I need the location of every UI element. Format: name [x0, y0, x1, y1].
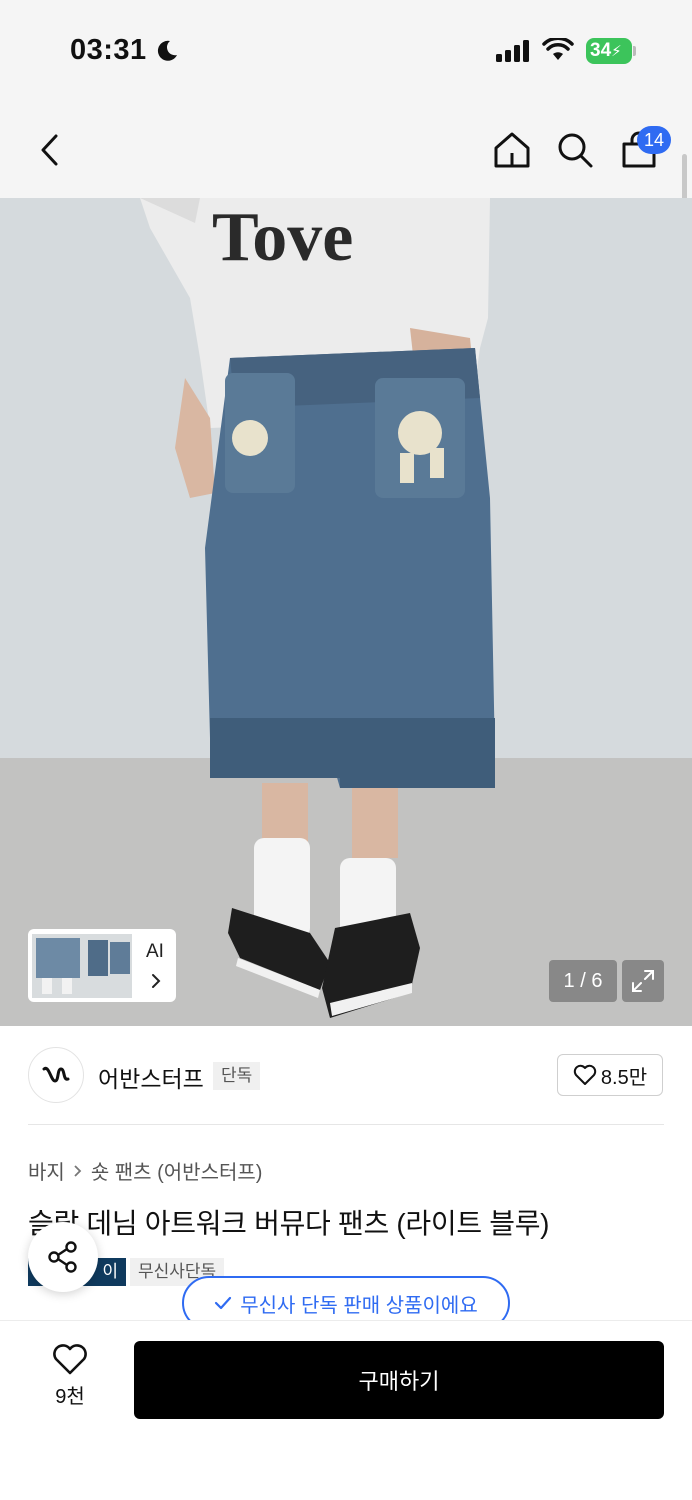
status-time: 03:31: [70, 34, 147, 66]
moon-icon: [157, 40, 177, 61]
exclusive-tag: 단독: [213, 1062, 261, 1090]
search-button[interactable]: [553, 128, 597, 172]
breadcrumb-category[interactable]: 바지: [28, 1156, 65, 1185]
chevron-right-icon: [152, 974, 161, 988]
buy-button[interactable]: 구매하기: [134, 1341, 664, 1419]
battery-tip: [633, 46, 636, 56]
back-button[interactable]: [28, 128, 72, 172]
breadcrumb-subcategory[interactable]: 숏 팬츠 (어반스터프): [91, 1156, 263, 1185]
buy-button-label: 구매하기: [358, 1369, 440, 1394]
brand-like-button[interactable]: 8.5만: [557, 1054, 663, 1096]
checkmark-icon: [215, 1296, 232, 1310]
image-page-indicator: 1 / 6: [549, 960, 617, 1002]
search-icon: [558, 133, 593, 168]
ai-label: AI: [146, 941, 164, 962]
thumbnail-image: [32, 933, 132, 998]
battery-indicator: 34⚡: [586, 38, 632, 64]
brand-like-count: 8.5만: [600, 1066, 648, 1089]
charging-icon: ⚡: [611, 43, 622, 60]
shirt-print-text: Tove: [212, 199, 353, 276]
brand-name[interactable]: 어반스터프: [98, 1060, 204, 1094]
cart-count-badge: 14: [637, 126, 671, 154]
share-icon: [48, 1241, 77, 1273]
top-nav: [0, 100, 692, 198]
chevron-left-icon: [41, 134, 58, 166]
cellular-signal-icon: [496, 40, 529, 62]
ai-styling-card[interactable]: AI: [28, 929, 176, 1002]
exclusive-notice-text: 무신사 단독 판매 상품이에요: [240, 1294, 478, 1317]
expand-image-button[interactable]: [622, 960, 664, 1002]
wifi-icon: [542, 38, 574, 60]
home-icon: [494, 132, 530, 168]
wishlist-button[interactable]: 9천: [40, 1344, 100, 1414]
chevron-right-icon: [74, 1164, 82, 1177]
product-photo: Tove: [0, 198, 692, 1026]
divider: [28, 1124, 664, 1125]
home-button[interactable]: [490, 128, 534, 172]
heart-icon: [53, 1344, 87, 1375]
breadcrumb: 바지 숏 팬츠 (어반스터프): [28, 1156, 262, 1185]
brand-logo[interactable]: [28, 1047, 84, 1103]
brand-logo-mark: [42, 1066, 70, 1083]
product-title: 슬랍 데님 아트워크 버뮤다 팬츠 (라이트 블루): [28, 1208, 550, 1239]
share-button[interactable]: [28, 1222, 98, 1292]
expand-icon: [632, 970, 654, 992]
status-bar: 03:31 34⚡: [0, 0, 692, 100]
product-image-carousel[interactable]: Tove: [0, 198, 692, 1026]
heart-icon: [573, 1064, 597, 1085]
wishlist-count: 9천: [55, 1386, 85, 1408]
battery-level: 34: [590, 40, 612, 61]
